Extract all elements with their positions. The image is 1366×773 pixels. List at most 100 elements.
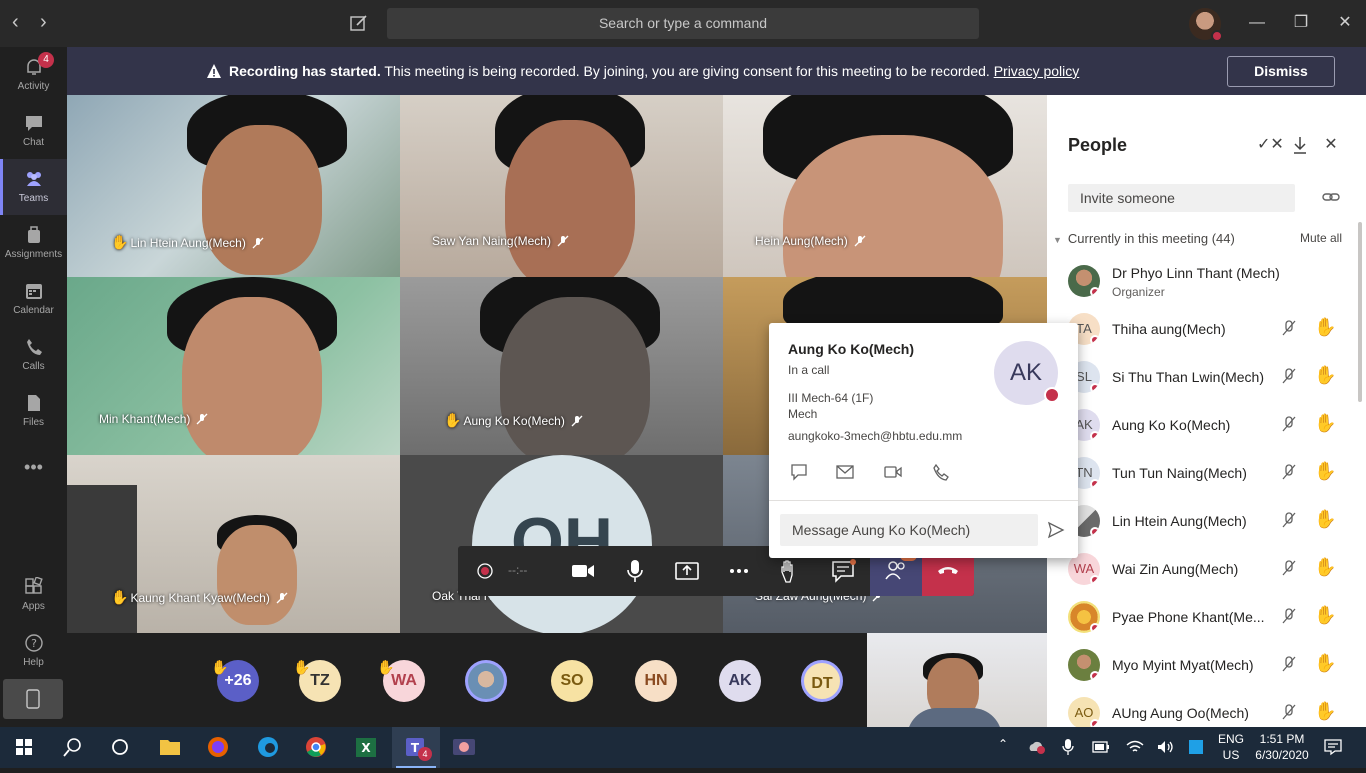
- search-icon[interactable]: [48, 727, 96, 768]
- rail-item-help[interactable]: ? Help: [0, 623, 67, 679]
- mute-all-button[interactable]: Mute all: [1300, 231, 1342, 245]
- microphone-tray-icon[interactable]: [1062, 738, 1074, 756]
- clock-date: 6/30/2020: [1255, 748, 1309, 762]
- rail-item-activity[interactable]: 4 Activity: [0, 47, 67, 103]
- camera-icon[interactable]: [570, 558, 596, 584]
- dismiss-hands-icon[interactable]: ✓✕: [1257, 135, 1284, 155]
- video-tile[interactable]: Hein Aung(Mech): [723, 95, 1047, 277]
- video-tile[interactable]: ✋ Lin Htein Aung(Mech): [67, 95, 400, 277]
- video-tile[interactable]: ✋ Aung Ko Ko(Mech): [400, 277, 723, 455]
- participant-row[interactable]: TN Tun Tun Naing(Mech) ✋: [1068, 449, 1353, 497]
- card-email[interactable]: aungkoko-3mech@hbtu.edu.mm: [788, 429, 962, 443]
- rail-item-teams[interactable]: Teams: [0, 159, 67, 215]
- participant-photo-pill[interactable]: [465, 660, 507, 702]
- avatar-initials: AK: [1009, 359, 1042, 386]
- forward-arrow-icon[interactable]: ›: [40, 12, 47, 32]
- raised-hand-icon: ✋: [1314, 509, 1337, 529]
- chat-icon: [25, 116, 42, 131]
- back-arrow-icon[interactable]: ‹: [12, 12, 19, 32]
- participant-row[interactable]: SL Si Thu Than Lwin(Mech) ✋: [1068, 353, 1353, 401]
- rail-item-apps[interactable]: Apps: [0, 567, 67, 623]
- participant-role: Organizer: [1112, 285, 1165, 299]
- share-link-icon[interactable]: [1322, 190, 1340, 204]
- participant-row[interactable]: Lin Htein Aung(Mech) ✋: [1068, 497, 1353, 545]
- message-input[interactable]: Message Aung Ko Ko(Mech): [780, 514, 1038, 546]
- system-clock[interactable]: 1:51 PM 6/30/2020: [1252, 731, 1312, 763]
- windows-start-icon[interactable]: [0, 727, 48, 768]
- mic-off-icon: [1282, 464, 1296, 480]
- meeting-section-header[interactable]: ▼ Currently in this meeting (44): [1053, 231, 1235, 246]
- participant-pill[interactable]: HN: [635, 660, 677, 702]
- cortana-icon[interactable]: [96, 727, 144, 768]
- record-icon[interactable]: [472, 558, 498, 584]
- device-button[interactable]: [3, 679, 63, 719]
- mic-off-icon: [854, 235, 866, 247]
- notification-app-icon[interactable]: [1188, 739, 1204, 755]
- self-video-preview[interactable]: [867, 633, 1047, 727]
- download-icon[interactable]: [1290, 135, 1310, 155]
- participant-row[interactable]: Pyae Phone Khant(Me... ✋: [1068, 593, 1353, 641]
- excel-icon[interactable]: X: [342, 727, 390, 768]
- participant-row[interactable]: Dr Phyo Linn Thant (Mech) Organizer: [1068, 257, 1353, 305]
- rail-item-calendar[interactable]: Calendar: [0, 271, 67, 327]
- video-call-icon[interactable]: [883, 463, 903, 481]
- participant-pill[interactable]: ✋ TZ: [293, 659, 341, 702]
- wifi-icon[interactable]: [1126, 739, 1144, 755]
- video-tile[interactable]: ✋ Kaung Khant Kyaw(Mech): [67, 455, 400, 633]
- participant-pill[interactable]: AK: [719, 660, 761, 702]
- video-tile[interactable]: Saw Yan Naing(Mech): [400, 95, 723, 277]
- input-language[interactable]: ENG US: [1216, 731, 1246, 763]
- chrome-icon[interactable]: [292, 727, 340, 768]
- dismiss-button[interactable]: Dismiss: [1227, 56, 1335, 87]
- teams-icon: [26, 172, 41, 186]
- rail-item-calls[interactable]: Calls: [0, 327, 67, 383]
- video-tile[interactable]: Min Khant(Mech): [67, 277, 400, 455]
- rail-item-chat[interactable]: Chat: [0, 103, 67, 159]
- participant-row[interactable]: AK Aung Ko Ko(Mech) ✋: [1068, 401, 1353, 449]
- participant-pill[interactable]: DT: [801, 660, 843, 702]
- send-icon[interactable]: [1047, 521, 1065, 539]
- minimize-icon[interactable]: —: [1248, 14, 1266, 32]
- volume-icon[interactable]: [1156, 739, 1174, 755]
- phone-icon[interactable]: [931, 463, 951, 481]
- raise-hand-icon[interactable]: [778, 558, 804, 584]
- mail-icon[interactable]: [835, 463, 855, 481]
- compose-icon[interactable]: [349, 13, 369, 33]
- maximize-icon[interactable]: ❐: [1292, 14, 1310, 32]
- more-options-icon[interactable]: [726, 558, 752, 584]
- show-hidden-icons[interactable]: ⌃: [998, 737, 1008, 751]
- user-avatar[interactable]: [1189, 8, 1223, 42]
- share-screen-icon[interactable]: [674, 558, 700, 584]
- microphone-icon[interactable]: [622, 558, 648, 584]
- chat-icon[interactable]: [830, 558, 856, 584]
- file-explorer-icon[interactable]: [146, 727, 194, 768]
- participant-row[interactable]: WA Wai Zin Aung(Mech) ✋: [1068, 545, 1353, 593]
- participant-pill[interactable]: SO: [551, 660, 593, 702]
- participant-row[interactable]: AO AUng Aung Oo(Mech) ✋: [1068, 689, 1353, 727]
- action-center-icon[interactable]: [1324, 738, 1342, 756]
- firefox-icon[interactable]: [194, 727, 242, 768]
- close-panel-icon[interactable]: ✕: [1321, 135, 1341, 155]
- edge-icon[interactable]: [244, 727, 292, 768]
- people-scrollbar[interactable]: [1358, 222, 1362, 402]
- meeting-window-icon[interactable]: [440, 727, 488, 768]
- rail-label: Apps: [22, 601, 45, 612]
- privacy-policy-link[interactable]: Privacy policy: [994, 63, 1080, 79]
- onedrive-icon[interactable]: [1028, 739, 1046, 755]
- warning-icon: [207, 64, 221, 78]
- teams-taskbar-icon[interactable]: T 4: [392, 727, 440, 768]
- more-participants-pill[interactable]: ✋ +26: [211, 659, 259, 702]
- rail-item-assignments[interactable]: Assignments: [0, 215, 67, 271]
- search-input[interactable]: Search or type a command: [387, 8, 979, 39]
- battery-icon[interactable]: [1092, 740, 1110, 754]
- close-window-icon[interactable]: ✕: [1336, 14, 1354, 32]
- invite-input[interactable]: Invite someone: [1068, 184, 1295, 212]
- participant-row[interactable]: Myo Myint Myat(Mech) ✋: [1068, 641, 1353, 689]
- chat-icon[interactable]: [789, 463, 809, 481]
- participant-name: Dr Phyo Linn Thant (Mech): [1112, 265, 1280, 281]
- participant-pill[interactable]: ✋ WA: [377, 659, 425, 702]
- title-bar: ‹ › Search or type a command — ❐ ✕: [0, 0, 1366, 47]
- participant-row[interactable]: TA Thiha aung(Mech) ✋: [1068, 305, 1353, 353]
- more-apps-icon[interactable]: •••: [0, 447, 67, 503]
- rail-item-files[interactable]: Files: [0, 383, 67, 439]
